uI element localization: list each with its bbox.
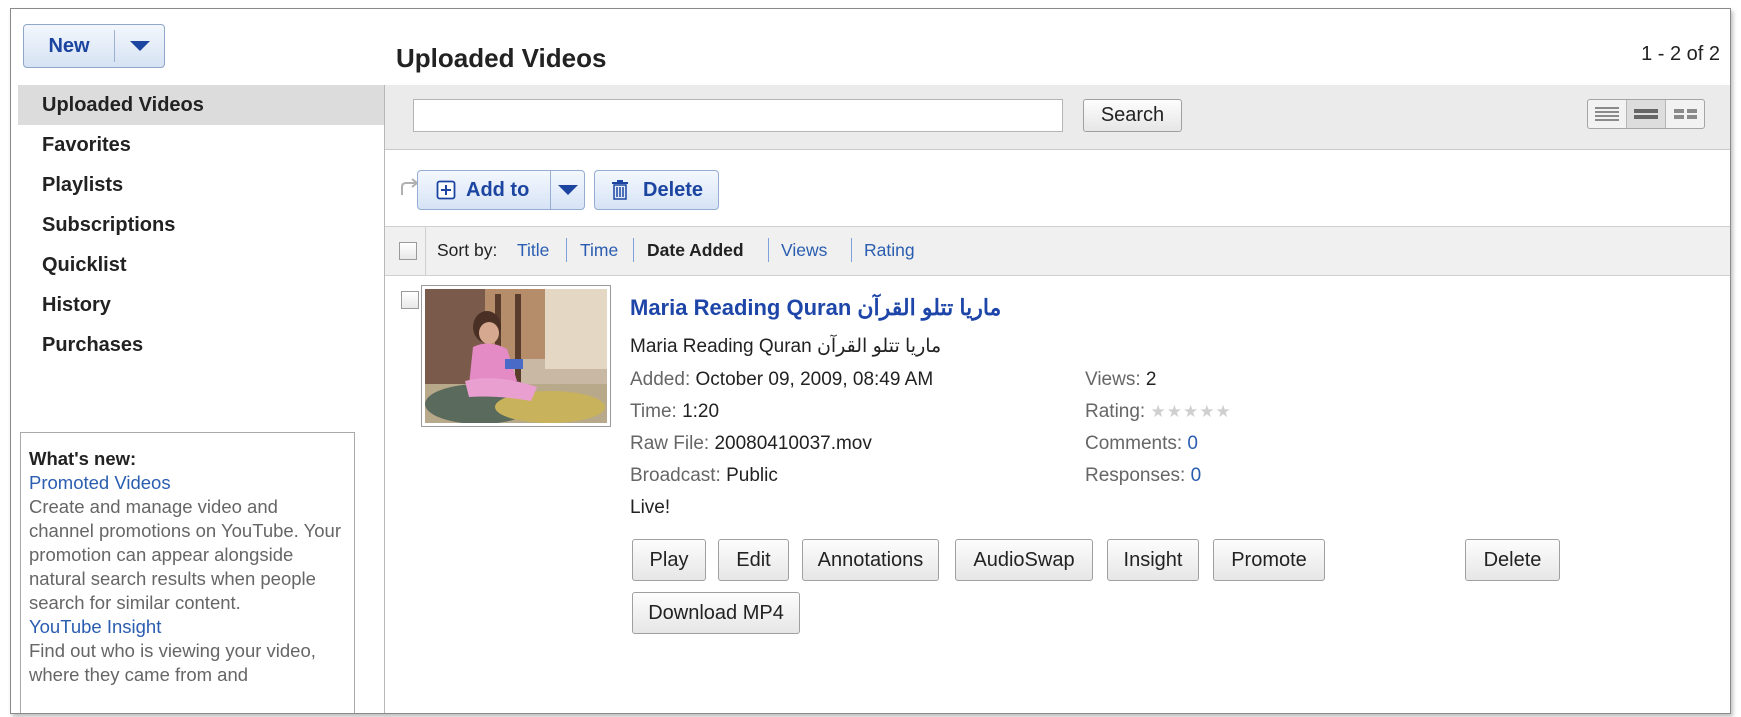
youtube-insight-text: Find out who is viewing your video, wher… [29, 640, 316, 685]
video-thumbnail-image [425, 289, 607, 424]
delete-selected-button[interactable]: Delete [594, 170, 719, 210]
broadcast-info: Broadcast: Public [630, 465, 778, 486]
detail-view-icon[interactable] [1626, 100, 1665, 128]
video-thumbnail[interactable] [421, 285, 611, 427]
search-bar: Search [385, 85, 1730, 150]
sidebar-item-subscriptions[interactable]: Subscriptions [18, 205, 384, 245]
sort-bar: Sort by: Title Time Date Added Views Rat… [385, 227, 1730, 276]
add-to-dropdown-toggle[interactable] [551, 185, 584, 195]
sort-by-label: Sort by: [437, 240, 498, 260]
sort-title[interactable]: Title [517, 240, 549, 261]
grid-view-icon[interactable] [1665, 100, 1704, 128]
edit-button[interactable]: Edit [718, 539, 789, 581]
chevron-down-icon [557, 185, 578, 195]
rating-info: Rating: ★★★★★ [1085, 401, 1232, 422]
raw-file-info: Raw File: 20080410037.mov [630, 433, 872, 454]
new-dropdown-toggle[interactable] [115, 41, 164, 51]
promoted-videos-link[interactable]: Promoted Videos [29, 471, 346, 495]
responses-info: Responses: 0 [1085, 465, 1202, 486]
sidebar-item-purchases[interactable]: Purchases [18, 325, 384, 365]
sort-time[interactable]: Time [580, 240, 618, 261]
sidebar-item-uploaded-videos[interactable]: Uploaded Videos [18, 85, 384, 125]
comments-count-link[interactable]: 0 [1187, 433, 1198, 454]
audioswap-button[interactable]: AudioSwap [955, 539, 1093, 581]
add-to-button[interactable]: Add to [417, 170, 585, 210]
app-window: New Uploaded Videos 1 - 2 of 2 Uploaded … [10, 8, 1731, 714]
responses-count-link[interactable]: 0 [1191, 465, 1202, 486]
whats-new-heading: What's new: [29, 448, 137, 469]
new-button-label[interactable]: New [24, 35, 114, 58]
list-view-icon[interactable] [1588, 100, 1626, 128]
add-to-label: Add to [466, 178, 530, 201]
sort-date-added[interactable]: Date Added [647, 240, 744, 261]
video-select-checkbox[interactable] [401, 291, 419, 309]
main-panel: Search Add to Delete Sort by: Title Time… [384, 85, 1730, 713]
comments-info: Comments: 0 [1085, 433, 1198, 454]
trash-icon [612, 180, 628, 200]
sidebar-item-favorites[interactable]: Favorites [18, 125, 384, 165]
play-button[interactable]: Play [632, 539, 706, 581]
actions-toolbar: Add to Delete [385, 150, 1730, 227]
whats-new-panel: What's new: Promoted Videos Create and m… [20, 432, 355, 713]
rating-stars-icon: ★★★★★ [1150, 402, 1232, 421]
video-title-link[interactable]: Maria Reading Quran ماريا تتلو القرآن [630, 295, 1001, 321]
status-badge: Live! [630, 497, 671, 518]
delete-video-button[interactable]: Delete [1465, 539, 1560, 581]
select-all-checkbox[interactable] [399, 242, 417, 260]
video-description: Maria Reading Quran ماريا تتلو القرآن [630, 336, 942, 357]
time-info: Time: 1:20 [630, 401, 720, 422]
promoted-videos-text: Create and manage video and channel prom… [29, 496, 342, 613]
added-info: Added: October 09, 2009, 08:49 AM [630, 369, 934, 390]
views-info: Views: 2 [1085, 369, 1157, 390]
sort-rating[interactable]: Rating [864, 240, 915, 261]
sidebar: Uploaded Videos Favorites Playlists Subs… [18, 85, 384, 713]
sort-views[interactable]: Views [781, 240, 827, 261]
delete-selected-label: Delete [643, 178, 704, 201]
chevron-down-icon [129, 41, 150, 51]
new-button[interactable]: New [23, 24, 165, 68]
youtube-insight-link[interactable]: YouTube Insight [29, 615, 346, 639]
sidebar-item-quicklist[interactable]: Quicklist [18, 245, 384, 285]
pagination-count: 1 - 2 of 2 [1641, 43, 1720, 65]
search-button[interactable]: Search [1083, 99, 1182, 132]
sidebar-item-playlists[interactable]: Playlists [18, 165, 384, 205]
promote-button[interactable]: Promote [1213, 539, 1325, 581]
sidebar-item-history[interactable]: History [18, 285, 384, 325]
plus-box-icon [436, 180, 456, 200]
download-mp4-button[interactable]: Download MP4 [632, 592, 800, 634]
page-title: Uploaded Videos [396, 43, 607, 73]
view-toggle-group [1587, 99, 1705, 129]
annotations-button[interactable]: Annotations [802, 539, 939, 581]
search-input[interactable] [413, 99, 1063, 132]
insight-button[interactable]: Insight [1107, 539, 1199, 581]
